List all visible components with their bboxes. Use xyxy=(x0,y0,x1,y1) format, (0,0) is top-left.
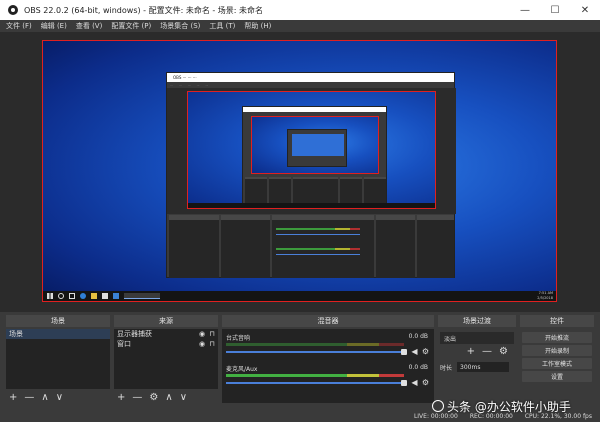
controls-dock: 控件 开始推流 开始录制 工作室模式 设置 xyxy=(520,315,594,407)
nested-desktop xyxy=(187,91,436,209)
nested-preview xyxy=(167,88,456,214)
scenes-toolbar: + — ∧ ∨ xyxy=(6,391,110,405)
duration-label: 时长 xyxy=(440,364,453,372)
volume-slider[interactable] xyxy=(226,382,404,384)
add-transition-button[interactable]: + xyxy=(467,347,475,357)
lock-icon[interactable]: ⊓ xyxy=(208,330,216,338)
scenes-dock-title: 场景 xyxy=(6,315,110,327)
eye-icon[interactable]: ◉ xyxy=(198,330,206,338)
move-scene-up-button[interactable]: ∧ xyxy=(41,393,48,403)
sources-toolbar: + — ⚙ ∧ ∨ xyxy=(114,391,218,405)
channel-name: 麦克风/Aux xyxy=(226,366,258,373)
obs-window: OBS 22.0.2 (64-bit, windows) - 配置文件: 未命名… xyxy=(0,0,600,422)
move-scene-down-button[interactable]: ∨ xyxy=(56,393,63,403)
duration-row: 时长 300ms xyxy=(440,361,514,373)
nested-title-bar: OBS ··· ··· ··· xyxy=(167,73,454,82)
volume-slider-knob[interactable] xyxy=(401,349,407,355)
taskbar-clock: 7:51 AM 2/5/2018 xyxy=(537,291,553,300)
channel-db: 0.0 dB xyxy=(408,364,428,371)
transitions-dock: 场景过渡 淡出 + — ⚙ 时长 300ms xyxy=(438,315,516,407)
settings-button[interactable]: 设置 xyxy=(522,371,592,382)
transition-select[interactable]: 淡出 xyxy=(440,332,514,344)
gear-icon[interactable]: ⚙ xyxy=(149,393,158,403)
remove-source-button[interactable]: — xyxy=(132,393,142,403)
volume-meter xyxy=(226,343,404,346)
minimize-button[interactable]: — xyxy=(510,0,540,20)
controls-dock-title: 控件 xyxy=(520,315,594,327)
menu-edit[interactable]: 编辑 (E) xyxy=(41,21,67,31)
mixer-panel: 台式音响 0.0 dB ◀ ⚙ 麦克风/Aux 0.0 dB ◀ ⚙ xyxy=(222,329,434,403)
title-bar: OBS 22.0.2 (64-bit, windows) - 配置文件: 未命名… xyxy=(0,0,600,20)
volume-slider[interactable] xyxy=(226,351,404,353)
maximize-button[interactable]: ☐ xyxy=(540,0,570,20)
menu-file[interactable]: 文件 (F) xyxy=(6,21,32,31)
sources-dock-title: 来源 xyxy=(114,315,218,327)
remove-transition-button[interactable]: — xyxy=(482,347,492,357)
windows-start-icon xyxy=(47,293,53,299)
menu-view[interactable]: 查看 (V) xyxy=(76,21,102,31)
preview-canvas[interactable]: OBS ··· ··· ··· ··· ··· ··· ··· ··· 7:51… xyxy=(42,40,557,302)
remove-scene-button[interactable]: — xyxy=(24,393,34,403)
duration-input[interactable]: 300ms xyxy=(457,362,510,372)
gear-icon[interactable]: ⚙ xyxy=(499,347,508,357)
channel-db: 0.0 dB xyxy=(408,333,428,340)
list-item[interactable]: 窗口 ◉ ⊓ xyxy=(114,339,218,349)
list-item[interactable]: 显示器捕获 ◉ ⊓ xyxy=(114,329,218,339)
studio-mode-button[interactable]: 工作室模式 xyxy=(522,358,592,369)
toutiao-logo-icon xyxy=(432,400,444,412)
mixer-dock: 混音器 台式音响 0.0 dB ◀ ⚙ 麦克风/Aux 0.0 dB ◀ ⚙ xyxy=(222,315,434,407)
nested-docks xyxy=(167,214,456,279)
windows-taskbar: 7:51 AM 2/5/2018 xyxy=(43,291,556,301)
add-source-button[interactable]: + xyxy=(117,393,125,403)
menu-help[interactable]: 帮助 (H) xyxy=(244,21,271,31)
move-source-up-button[interactable]: ∧ xyxy=(165,393,172,403)
eye-icon[interactable]: ◉ xyxy=(198,340,206,348)
gear-icon[interactable]: ⚙ xyxy=(421,347,430,356)
mixer-channel: 麦克风/Aux 0.0 dB ◀ ⚙ xyxy=(224,364,432,393)
obs-logo-icon xyxy=(8,5,18,15)
nested-obs-window-3 xyxy=(287,129,347,167)
sources-list[interactable]: 显示器捕获 ◉ ⊓ 窗口 ◉ ⊓ xyxy=(114,329,218,389)
scenes-dock: 场景 场景 + — ∧ ∨ xyxy=(6,315,110,407)
store-icon xyxy=(102,293,108,299)
close-button[interactable]: ✕ xyxy=(570,0,600,20)
menu-scene-collection[interactable]: 场景集合 (S) xyxy=(160,21,200,31)
move-source-down-button[interactable]: ∨ xyxy=(180,393,187,403)
window-title: OBS 22.0.2 (64-bit, windows) - 配置文件: 未命名… xyxy=(24,5,264,15)
start-recording-button[interactable]: 开始录制 xyxy=(522,345,592,356)
menu-profile[interactable]: 配置文件 (P) xyxy=(111,21,151,31)
scenes-list[interactable]: 场景 xyxy=(6,329,110,389)
add-scene-button[interactable]: + xyxy=(9,393,17,403)
channel-name: 台式音响 xyxy=(226,335,251,342)
sources-dock: 来源 显示器捕获 ◉ ⊓ 窗口 ◉ ⊓ + — ⚙ ∧ ∨ xyxy=(114,315,218,407)
transitions-dock-title: 场景过渡 xyxy=(438,315,516,327)
mail-icon xyxy=(113,293,119,299)
start-streaming-button[interactable]: 开始推流 xyxy=(522,332,592,343)
folder-icon xyxy=(91,293,97,299)
obs-taskbar-icon xyxy=(124,293,160,299)
mixer-channel: 台式音响 0.0 dB ◀ ⚙ xyxy=(224,333,432,362)
nested-obs-window: OBS ··· ··· ··· ··· ··· ··· ··· ··· xyxy=(166,72,456,279)
menu-bar: 文件 (F) 编辑 (E) 查看 (V) 配置文件 (P) 场景集合 (S) 工… xyxy=(0,20,600,32)
task-view-icon xyxy=(69,293,75,299)
nested-obs-window-2 xyxy=(242,106,387,206)
edge-icon xyxy=(80,293,86,299)
preview-area: OBS ··· ··· ··· ··· ··· ··· ··· ··· 7:51… xyxy=(0,32,600,312)
volume-meter xyxy=(226,374,404,377)
list-item[interactable]: 场景 xyxy=(6,329,110,339)
speaker-icon[interactable]: ◀ xyxy=(410,378,419,387)
speaker-icon[interactable]: ◀ xyxy=(410,347,419,356)
search-icon xyxy=(58,293,64,299)
watermark: 头条 @办公软件小助手 xyxy=(432,396,571,416)
mixer-dock-title: 混音器 xyxy=(222,315,434,327)
lock-icon[interactable]: ⊓ xyxy=(208,340,216,348)
transitions-toolbar: + — ⚙ xyxy=(438,345,516,359)
menu-tools[interactable]: 工具 (T) xyxy=(209,21,235,31)
volume-slider-knob[interactable] xyxy=(401,380,407,386)
gear-icon[interactable]: ⚙ xyxy=(421,378,430,387)
